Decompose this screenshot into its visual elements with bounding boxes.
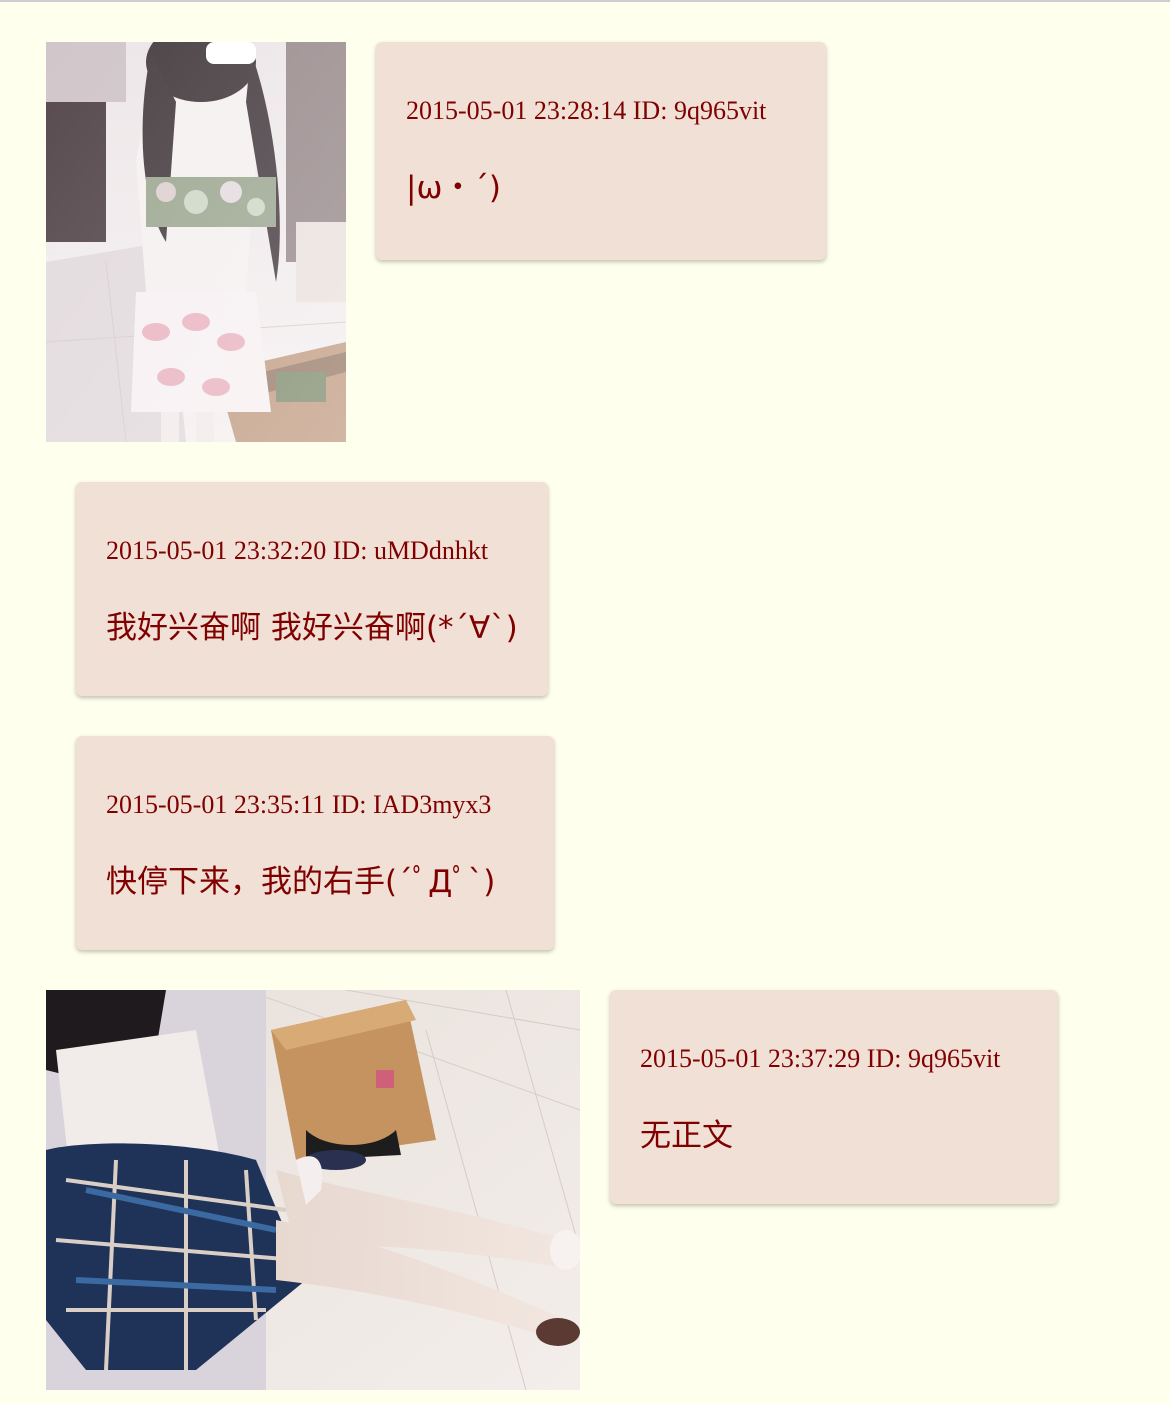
- post-id[interactable]: IAD3myx3: [373, 790, 491, 819]
- post-meta: 2015-05-01 23:37:29 ID: 9q965vit: [640, 1044, 1000, 1074]
- post-id[interactable]: 9q965vit: [908, 1044, 1000, 1073]
- post-id-label: ID:: [332, 536, 368, 565]
- post-id-label: ID:: [866, 1044, 902, 1073]
- post-body: 快停下来，我的右手(´ﾟДﾟ`): [106, 864, 496, 900]
- post-datetime: 2015-05-01 23:37:29: [640, 1044, 861, 1073]
- post-body: 无正文: [640, 1118, 733, 1154]
- post-body: 我好兴奋啊 我好兴奋啊(*´∀`): [106, 610, 518, 646]
- photo-person-sitting-image: [46, 990, 580, 1390]
- post-image-thumbnail[interactable]: [46, 990, 580, 1390]
- post-reply-box: 2015-05-01 23:32:20 ID: uMDdnhkt 我好兴奋啊 我…: [76, 482, 548, 696]
- post-id-label: ID:: [331, 790, 367, 819]
- photo-person-in-room-image: [46, 42, 346, 442]
- post-body: |ω・´): [406, 170, 501, 206]
- post-id[interactable]: uMDdnhkt: [374, 536, 488, 565]
- post-datetime: 2015-05-01 23:28:14: [406, 96, 627, 125]
- post-image-thumbnail[interactable]: [46, 42, 346, 442]
- post-datetime: 2015-05-01 23:32:20: [106, 536, 327, 565]
- post-reply-box: 2015-05-01 23:28:14 ID: 9q965vit |ω・´): [376, 42, 826, 260]
- post-id-label: ID:: [632, 96, 668, 125]
- post-id[interactable]: 9q965vit: [674, 96, 766, 125]
- post-meta: 2015-05-01 23:28:14 ID: 9q965vit: [406, 96, 766, 126]
- post-meta: 2015-05-01 23:32:20 ID: uMDdnhkt: [106, 536, 488, 566]
- post-meta: 2015-05-01 23:35:11 ID: IAD3myx3: [106, 790, 491, 820]
- post-reply-box: 2015-05-01 23:37:29 ID: 9q965vit 无正文: [610, 990, 1058, 1204]
- post-datetime: 2015-05-01 23:35:11: [106, 790, 326, 819]
- post-reply-box: 2015-05-01 23:35:11 ID: IAD3myx3 快停下来，我的…: [76, 736, 554, 950]
